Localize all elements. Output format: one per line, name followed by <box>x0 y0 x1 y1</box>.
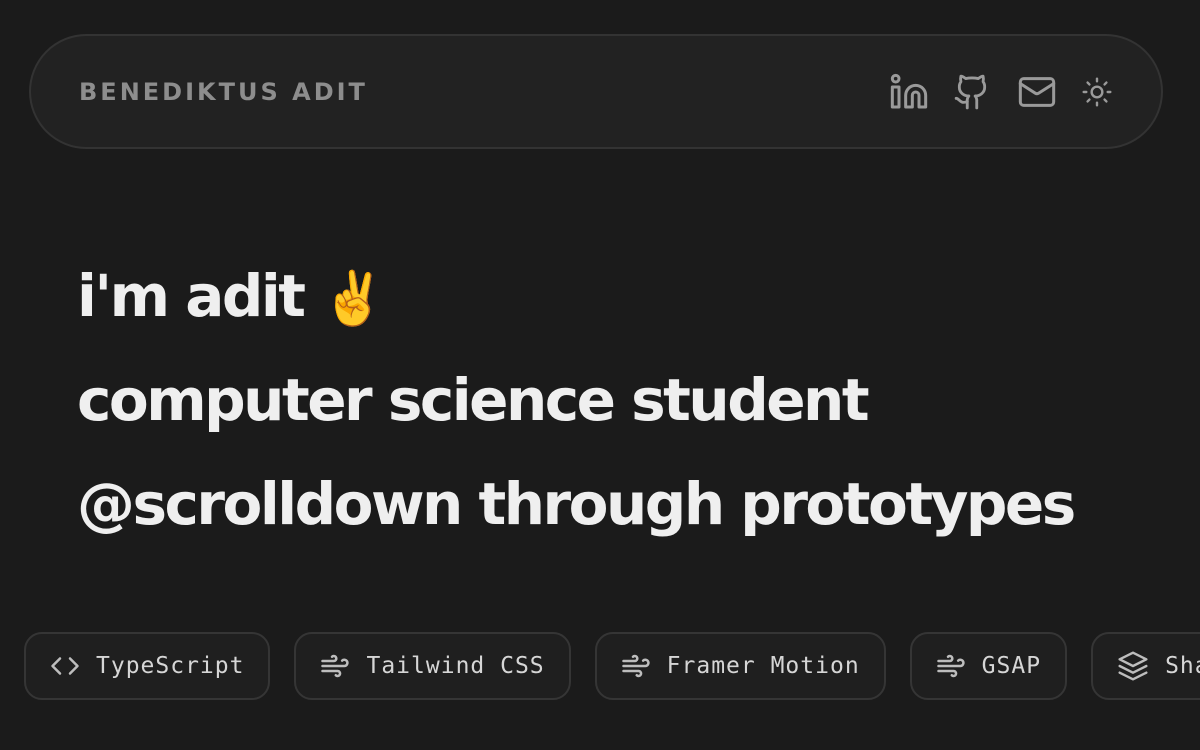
social-links <box>889 72 1113 112</box>
chip-label: TypeScript <box>96 653 245 679</box>
layers-icon <box>1117 650 1149 682</box>
tech-stack-row: TypeScript Tailwind CSS Framer Motion GS… <box>24 632 1200 700</box>
brand-name[interactable]: BENEDIKTUS ADIT <box>79 78 368 106</box>
wind-icon <box>621 651 651 681</box>
wind-icon <box>320 651 350 681</box>
chip-framer-motion[interactable]: Framer Motion <box>594 632 886 700</box>
chip-label: Tailwind CSS <box>366 653 545 679</box>
code-icon <box>50 651 80 681</box>
hero-line-tagline: @scrolldown through prototypes <box>77 470 1076 538</box>
chip-typescript[interactable]: TypeScript <box>24 632 271 700</box>
chip-gsap[interactable]: GSAP <box>909 632 1068 700</box>
navbar: BENEDIKTUS ADIT <box>29 34 1163 149</box>
victory-hand-emoji: ✌️ <box>321 269 386 329</box>
hero-heading: i'm adit ✌️ computer science student @sc… <box>77 244 1076 556</box>
chip-label: GSAP <box>981 653 1042 679</box>
wind-icon <box>936 651 966 681</box>
hero-intro-text: i'm adit <box>77 262 306 330</box>
sun-icon[interactable] <box>1081 76 1113 108</box>
page: BENEDIKTUS ADIT i'm adit ✌️ computer sci… <box>0 0 1200 750</box>
chip-sha[interactable]: Sha <box>1091 632 1200 700</box>
chip-label: Sha <box>1165 653 1200 679</box>
hero-line-intro: i'm adit ✌️ <box>77 244 1074 348</box>
hero-line-role: computer science student <box>77 366 870 434</box>
chip-tailwind-css[interactable]: Tailwind CSS <box>294 632 571 700</box>
mail-icon[interactable] <box>1017 72 1057 112</box>
linkedin-icon[interactable] <box>889 72 929 112</box>
chip-label: Framer Motion <box>666 653 860 679</box>
github-icon[interactable] <box>953 73 991 111</box>
